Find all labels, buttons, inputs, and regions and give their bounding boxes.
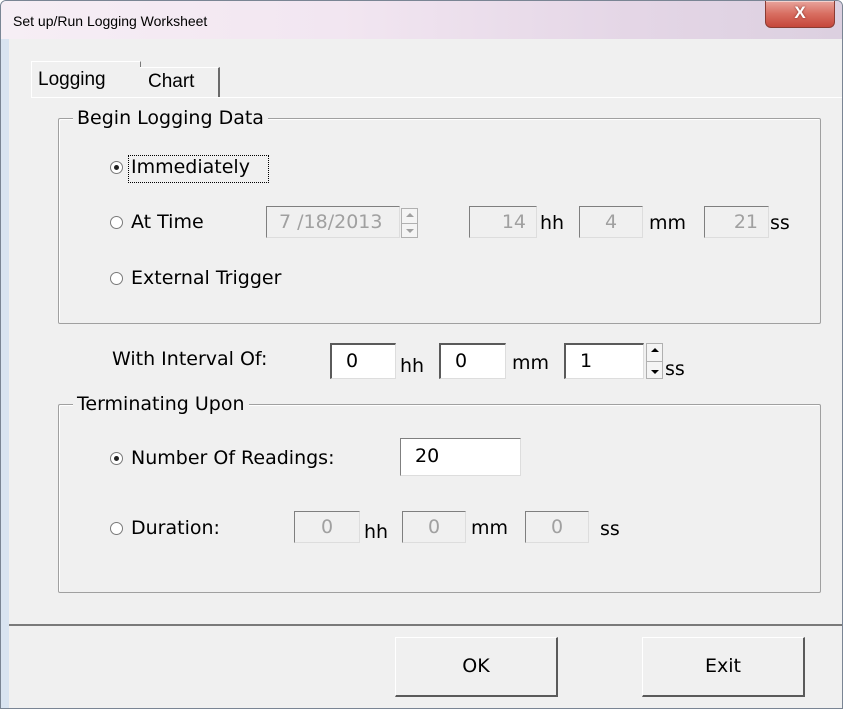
begin-logging-group: Begin Logging Data Immediately At Time 7… [58,107,821,324]
title-bar[interactable]: Set up/Run Logging Worksheet X [1,1,842,39]
duration-ss-unit: ss [600,518,620,540]
radio-at-time[interactable] [110,216,123,229]
number-of-readings-field[interactable]: 20 [400,438,521,476]
radio-duration[interactable] [110,522,123,535]
radio-external-trigger[interactable] [110,272,123,285]
duration-ss-field[interactable]: 0 [525,511,589,543]
duration-mm-field[interactable]: 0 [402,511,466,543]
spin-up-icon [651,348,659,352]
label-immediately[interactable]: Immediately [131,156,250,178]
at-time-hh-unit: hh [540,212,565,234]
ok-button[interactable]: OK [395,637,558,697]
tab-strip: Logging Chart [9,39,842,99]
spin-up-icon [406,213,414,217]
duration-hh-field[interactable]: 0 [294,511,360,543]
interval-ss-field[interactable]: 1 [564,343,644,379]
dialog-window: Set up/Run Logging Worksheet X Logging C… [0,0,843,709]
begin-logging-legend: Begin Logging Data [73,107,268,129]
terminating-upon-group: Terminating Upon Number Of Readings: 20 … [58,393,821,593]
tab-chart-label: Chart [148,71,195,92]
exit-button[interactable]: Exit [642,637,805,697]
interval-label: With Interval Of: [112,348,268,370]
radio-immediately[interactable] [110,161,123,174]
terminating-legend: Terminating Upon [73,393,249,415]
radio-number-of-readings[interactable] [110,452,123,465]
close-button[interactable]: X [765,1,835,28]
interval-hh-unit: hh [400,355,425,377]
button-bar: OK Exit [9,624,842,708]
logging-tab-panel: Begin Logging Data Immediately At Time 7… [31,97,842,625]
date-spin-control[interactable] [401,208,418,238]
window-title: Set up/Run Logging Worksheet [13,13,208,29]
interval-hh-field[interactable]: 0 [330,343,396,379]
label-external-trigger[interactable]: External Trigger [131,267,281,289]
interval-mm-field[interactable]: 0 [439,343,506,379]
label-number-of-readings[interactable]: Number Of Readings: [131,447,334,469]
at-time-ss-unit: ss [770,212,790,234]
tab-chart[interactable]: Chart [140,67,220,98]
at-time-mm-field[interactable]: 4 [579,206,643,238]
interval-ss-unit: ss [665,358,685,380]
at-time-date-field[interactable]: 7 /18/2013 [266,206,400,238]
label-duration[interactable]: Duration: [131,517,220,539]
tab-logging[interactable]: Logging [31,61,141,98]
duration-mm-unit: mm [471,517,509,539]
at-time-ss-field[interactable]: 21 [704,206,769,238]
close-icon: X [794,3,806,22]
label-at-time[interactable]: At Time [131,211,204,233]
at-time-mm-unit: mm [649,212,687,234]
interval-mm-unit: mm [512,352,550,374]
spin-down-icon [406,229,414,233]
tab-logging-label: Logging [38,69,106,90]
interval-ss-spin-control[interactable] [646,343,663,379]
at-time-hh-field[interactable]: 14 [469,206,537,238]
duration-hh-unit: hh [364,521,389,543]
spin-down-icon [651,370,659,374]
dialog-client: Logging Chart Begin Logging Data Immedia… [9,39,842,708]
